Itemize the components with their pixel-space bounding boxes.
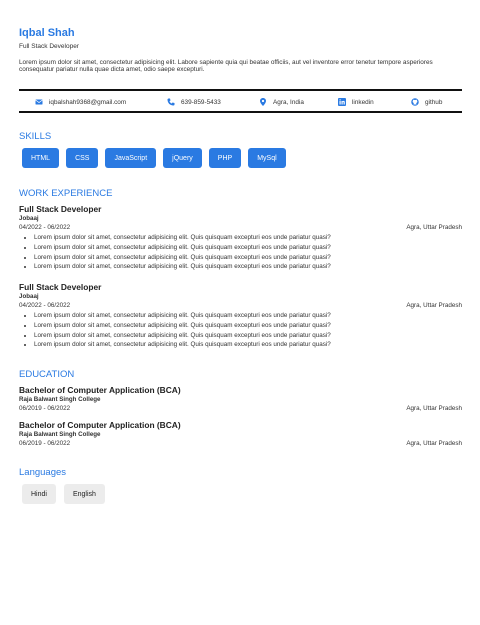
education-heading: EDUCATION xyxy=(19,369,75,380)
education-entry: Bachelor of Computer Application (BCA) R… xyxy=(19,385,462,413)
location-pin-icon xyxy=(260,98,266,106)
education-entry: Bachelor of Computer Application (BCA) R… xyxy=(19,420,462,448)
date-location-row: 06/2019 - 06/2022 Agra, Uttar Pradesh xyxy=(19,439,462,448)
company-name: Jobaaj xyxy=(19,293,39,300)
bullet-item: Lorem ipsum dolor sit amet, consectetur … xyxy=(34,243,462,253)
date-location-row: 06/2019 - 06/2022 Agra, Uttar Pradesh xyxy=(19,404,462,413)
language-chip: English xyxy=(63,484,105,504)
phone-text: 639-859-5433 xyxy=(181,98,221,106)
job-location: Agra, Uttar Pradesh xyxy=(406,302,462,309)
github-icon xyxy=(411,98,419,106)
github-text: github xyxy=(425,98,443,106)
language-chip: Hindi xyxy=(22,484,56,504)
contact-location: Agra, India xyxy=(259,97,304,107)
date-location-row: 04/2022 - 06/2022 Agra, Uttar Pradesh xyxy=(19,223,462,232)
degree-title: Bachelor of Computer Application (BCA) xyxy=(19,385,181,395)
candidate-role: Full Stack Developer xyxy=(19,43,79,50)
work-entry: Full Stack Developer Jobaaj 04/2022 - 06… xyxy=(19,204,462,272)
skill-chip: PHP xyxy=(208,148,242,168)
summary-text: Lorem ipsum dolor sit amet, consectetur … xyxy=(19,59,433,74)
contact-phone[interactable]: 639-859-5433 xyxy=(167,97,221,107)
school-name: Raja Balwant Singh College xyxy=(19,431,101,438)
work-heading: WORK EXPERIENCE xyxy=(19,188,113,199)
education-dates: 06/2019 - 06/2022 xyxy=(19,405,71,412)
skill-chip: CSS xyxy=(66,148,99,168)
job-dates: 04/2022 - 06/2022 xyxy=(19,224,71,231)
bullet-item: Lorem ipsum dolor sit amet, consectetur … xyxy=(34,253,462,263)
contact-linkedin[interactable]: linkedin xyxy=(338,97,374,107)
job-bullets: Lorem ipsum dolor sit amet, consectetur … xyxy=(19,311,462,350)
bullet-item: Lorem ipsum dolor sit amet, consectetur … xyxy=(34,311,462,321)
phone-icon xyxy=(167,98,175,106)
email-text: iqbalshah9368@gmail.com xyxy=(49,98,127,106)
contact-github[interactable]: github xyxy=(411,97,442,107)
languages-heading: Languages xyxy=(19,467,67,478)
languages-list: Hindi English xyxy=(22,484,113,504)
job-location: Agra, Uttar Pradesh xyxy=(406,224,462,231)
job-dates: 04/2022 - 06/2022 xyxy=(19,302,71,309)
education-location: Agra, Uttar Pradesh xyxy=(406,405,462,412)
company-name: Jobaaj xyxy=(19,215,39,222)
candidate-name: Iqbal Shah xyxy=(19,27,75,39)
location-text: Agra, India xyxy=(273,98,304,106)
bullet-item: Lorem ipsum dolor sit amet, consectetur … xyxy=(34,321,462,331)
skills-heading: SKILLS xyxy=(19,131,52,142)
bullet-item: Lorem ipsum dolor sit amet, consectetur … xyxy=(34,262,462,272)
date-location-row: 04/2022 - 06/2022 Agra, Uttar Pradesh xyxy=(19,301,462,310)
school-name: Raja Balwant Singh College xyxy=(19,396,101,403)
contact-bar: iqbalshah9368@gmail.com 639-859-5433 Agr… xyxy=(19,89,462,113)
education-dates: 06/2019 - 06/2022 xyxy=(19,440,71,447)
skill-chip: jQuery xyxy=(163,148,202,168)
job-bullets: Lorem ipsum dolor sit amet, consectetur … xyxy=(19,233,462,272)
work-entry: Full Stack Developer Jobaaj 04/2022 - 06… xyxy=(19,282,462,350)
bullet-item: Lorem ipsum dolor sit amet, consectetur … xyxy=(34,233,462,243)
job-title: Full Stack Developer xyxy=(19,204,102,214)
email-icon xyxy=(35,99,43,105)
skills-list: HTML CSS JavaScript jQuery PHP MySql xyxy=(22,148,293,168)
skill-chip: HTML xyxy=(22,148,60,168)
contact-email[interactable]: iqbalshah9368@gmail.com xyxy=(35,97,126,107)
skill-chip: MySql xyxy=(248,148,286,168)
degree-title: Bachelor of Computer Application (BCA) xyxy=(19,420,181,430)
skill-chip: JavaScript xyxy=(105,148,157,168)
education-location: Agra, Uttar Pradesh xyxy=(406,440,462,447)
linkedin-text: linkedin xyxy=(352,98,374,106)
bullet-item: Lorem ipsum dolor sit amet, consectetur … xyxy=(34,340,462,350)
linkedin-icon xyxy=(338,98,346,106)
job-title: Full Stack Developer xyxy=(19,282,102,292)
bullet-item: Lorem ipsum dolor sit amet, consectetur … xyxy=(34,331,462,341)
